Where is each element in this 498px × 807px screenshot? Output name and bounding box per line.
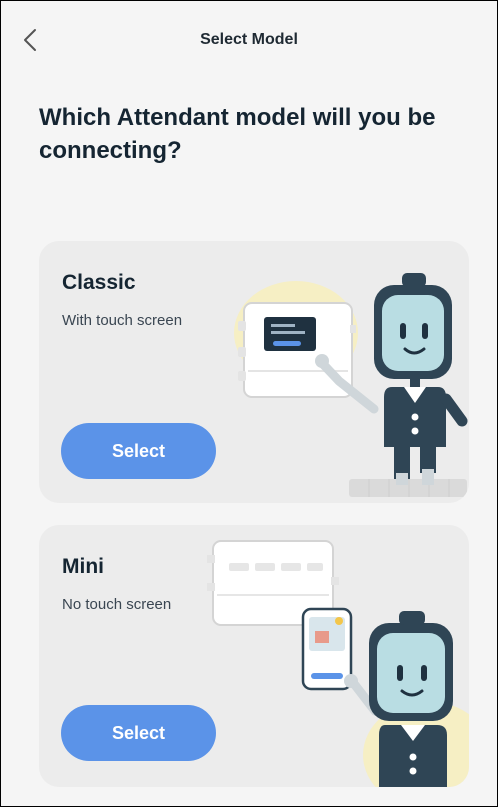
model-card-mini: Mini No touch screen Select [39,525,469,787]
model-name: Mini [62,555,104,578]
model-name: Classic [62,271,136,294]
select-mini-button[interactable]: Select [61,705,216,761]
select-classic-button[interactable]: Select [61,423,216,479]
page-title: Select Model [200,31,298,48]
model-description: No touch screen [62,596,172,613]
robot-touchscreen-illustration [234,273,468,497]
model-card-classic: Classic With touch screen Select [39,241,469,503]
model-description: With touch screen [62,312,183,329]
top-bar: Select Model [1,1,497,81]
question-heading: Which Attendant model will you be connec… [39,104,436,164]
app-screen: Select Model Which Attendant model will … [0,0,498,807]
robot-phone-illustration [207,540,469,787]
